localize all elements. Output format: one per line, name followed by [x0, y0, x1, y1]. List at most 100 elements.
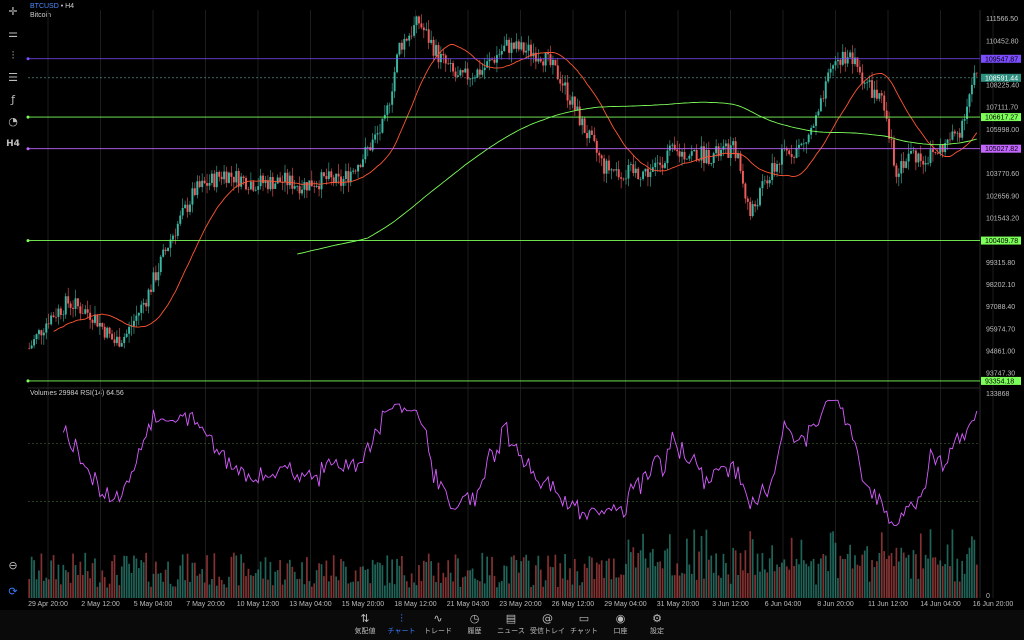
- volume-bar: [330, 575, 333, 598]
- volume-bar: [254, 573, 257, 598]
- candle-body: [84, 309, 87, 314]
- candle-body: [914, 150, 917, 163]
- candle-body: [301, 189, 304, 194]
- volume-bar: [335, 576, 337, 598]
- candle-body: [780, 148, 783, 165]
- level-anchor: [26, 379, 30, 383]
- candle-body: [379, 132, 381, 134]
- volume-bar: [225, 587, 228, 598]
- volume-bar: [690, 573, 693, 598]
- candle-body: [661, 164, 664, 168]
- nav-history[interactable]: ◷ 履歴: [455, 612, 495, 636]
- candle-body: [447, 63, 450, 65]
- y-tick-label: 110452.80: [986, 38, 1019, 45]
- candle-body: [710, 163, 713, 164]
- volume-bar: [435, 582, 437, 598]
- volume-bar: [710, 555, 713, 598]
- candle-body: [50, 315, 53, 325]
- candle-body: [763, 180, 766, 182]
- volume-bar: [247, 568, 250, 598]
- candle-body: [656, 162, 659, 164]
- volume-bar: [427, 553, 430, 598]
- candle-body: [907, 153, 910, 162]
- candle-body: [929, 149, 932, 164]
- nav-account[interactable]: ◉ 口座: [601, 612, 641, 636]
- volume-bar: [318, 563, 320, 598]
- candle-body: [866, 81, 869, 83]
- candle-body: [174, 235, 177, 237]
- volume-bar: [498, 582, 501, 598]
- volume-bar: [815, 584, 817, 598]
- volume-bar: [873, 567, 876, 598]
- candle-body: [547, 52, 550, 55]
- candle-body: [230, 172, 233, 177]
- volume-bar: [69, 582, 72, 598]
- volume-bar: [376, 562, 379, 598]
- volume-bar: [496, 587, 498, 598]
- volume-bar: [695, 579, 698, 598]
- volume-bar: [284, 579, 286, 598]
- volume-bar: [956, 558, 959, 598]
- volume-bar: [975, 564, 978, 598]
- candle-body: [671, 144, 674, 146]
- candle-body: [137, 312, 140, 316]
- volume-bar: [949, 566, 951, 598]
- nav-news[interactable]: ▤ ニュース: [491, 612, 531, 636]
- candle-body: [802, 143, 805, 145]
- candle-body: [566, 82, 569, 101]
- volume-bar: [401, 555, 403, 598]
- candle-body: [293, 186, 296, 189]
- volume-bar: [605, 560, 608, 598]
- candle-body: [59, 308, 62, 315]
- volume-bar: [973, 539, 976, 598]
- volume-bar: [106, 587, 109, 598]
- candle-body: [931, 149, 934, 153]
- volume-bar: [732, 547, 735, 598]
- candle-body: [797, 144, 800, 148]
- volume-bar: [936, 564, 939, 598]
- nav-trade[interactable]: ∿ トレード: [418, 612, 458, 636]
- volume-bar: [74, 565, 77, 598]
- candle-body: [456, 75, 459, 77]
- candle-body: [318, 185, 321, 190]
- volume-bar: [469, 570, 471, 598]
- candle-body: [352, 170, 355, 172]
- volume-bar: [203, 582, 206, 598]
- nav-settings[interactable]: ⚙ 設定: [637, 612, 677, 636]
- volume-bar: [817, 563, 820, 598]
- candle-body: [376, 133, 379, 135]
- candle-body: [953, 131, 956, 134]
- volume-bar: [325, 560, 328, 598]
- nav-chat[interactable]: ▭ チャット: [564, 612, 604, 636]
- volume-bar: [666, 548, 669, 598]
- volume-bar: [99, 582, 101, 598]
- candle-body: [349, 171, 352, 183]
- nav-chart[interactable]: ⫶ チャート: [382, 612, 422, 636]
- volume-bar: [634, 567, 637, 598]
- candle-body: [252, 181, 255, 191]
- candle-body: [958, 132, 961, 138]
- candle-body: [549, 54, 552, 66]
- candle-body: [556, 65, 559, 80]
- candle-body: [900, 161, 903, 174]
- volume-bar: [461, 577, 464, 598]
- candle-body: [871, 80, 874, 98]
- price-chart[interactable]: 29 Apr 20:00 2 May 12:00 5 May 04:00 7 May …: [0, 0, 1024, 610]
- candle-body: [664, 163, 666, 168]
- candle-body: [693, 149, 696, 152]
- nav-quotes[interactable]: ⇅ 気配値: [345, 612, 385, 636]
- candle-body: [103, 326, 106, 338]
- volume-bar: [785, 566, 788, 598]
- candle-body: [649, 171, 652, 177]
- chat-icon: ▭: [578, 612, 590, 625]
- volume-bar: [332, 555, 335, 598]
- volume-bar: [186, 553, 189, 598]
- volume-bar: [515, 559, 518, 598]
- candle-body: [712, 153, 715, 164]
- nav-inbox[interactable]: @ 受信トレイ: [528, 612, 568, 636]
- candle-body: [184, 204, 187, 208]
- candle-body: [975, 72, 978, 74]
- volume-bar: [664, 550, 666, 598]
- volume-max-tick: 133868: [986, 391, 1009, 398]
- volume-bar: [242, 562, 245, 598]
